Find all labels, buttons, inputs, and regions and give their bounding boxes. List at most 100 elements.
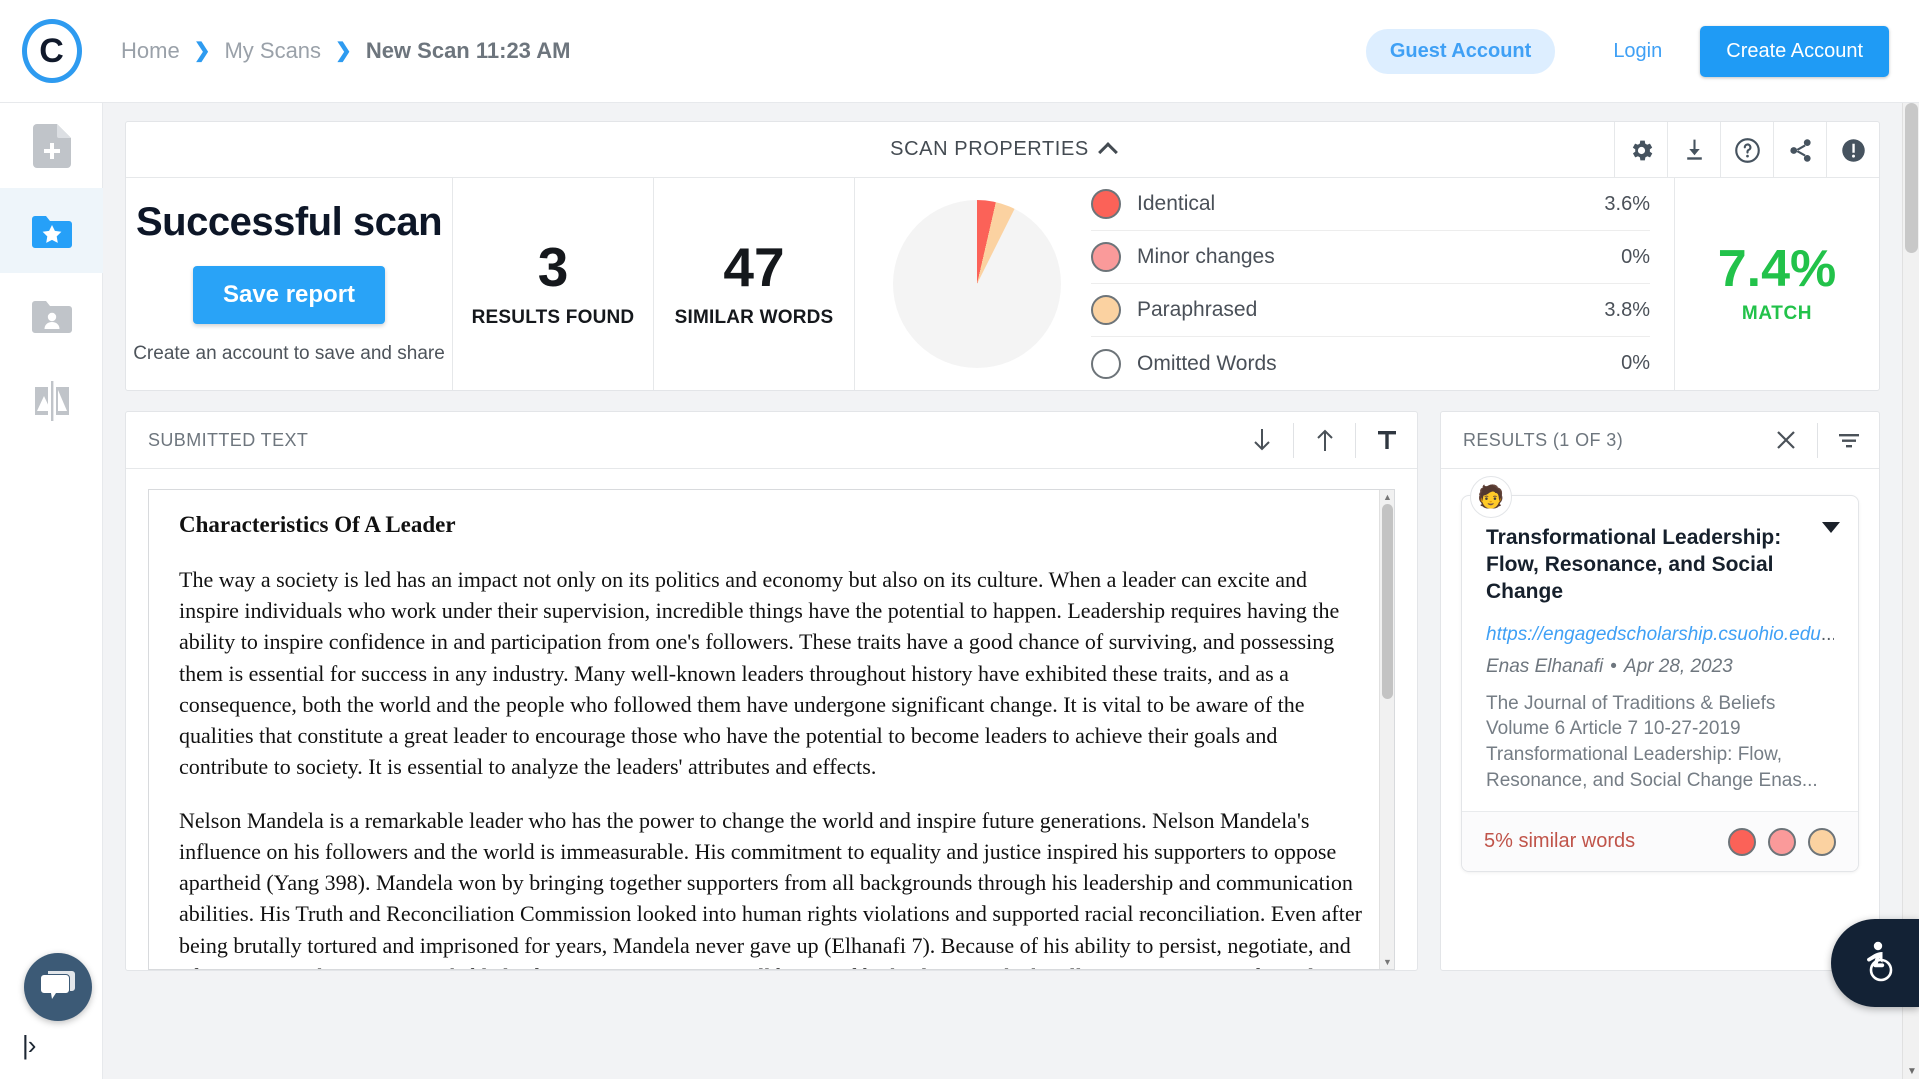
save-report-note: Create an account to save and share bbox=[133, 343, 445, 365]
breadcrumb-item-my-scans[interactable]: My Scans bbox=[224, 38, 321, 64]
paraphrased-dot-icon[interactable] bbox=[1808, 828, 1836, 856]
legend-color-dot bbox=[1091, 189, 1121, 219]
results-header: RESULTS (1 OF 3) bbox=[1441, 412, 1879, 469]
result-footer: 5% similar words bbox=[1462, 811, 1858, 871]
share-icon[interactable] bbox=[1773, 122, 1826, 178]
submitted-text-header: SUBMITTED TEXT bbox=[126, 412, 1417, 469]
page-scroll-down-icon[interactable]: ▼ bbox=[1907, 1066, 1917, 1077]
document-plus-icon bbox=[33, 124, 71, 168]
similarity-breakdown-cell: Identical 3.6% Minor changes 0% Paraphra… bbox=[855, 178, 1675, 390]
submitted-document[interactable]: Characteristics Of A Leader The way a so… bbox=[148, 489, 1395, 970]
compare-icon bbox=[33, 381, 71, 421]
scan-status-title: Successful scan bbox=[136, 200, 442, 245]
legend-value: 3.8% bbox=[1604, 299, 1650, 322]
document-paragraph: The way a society is led has an impact n… bbox=[179, 564, 1364, 783]
minor-changes-dot-icon[interactable] bbox=[1768, 828, 1796, 856]
stat-value: 47 bbox=[723, 240, 784, 295]
chevron-up-icon bbox=[1098, 142, 1118, 162]
scan-properties-header: SCAN PROPERTIES bbox=[126, 122, 1879, 178]
expand-sidebar-toggle[interactable]: |› bbox=[22, 1030, 35, 1061]
chevron-right-icon: ❯ bbox=[335, 41, 352, 61]
scan-properties-body: Successful scan Save report Create an ac… bbox=[126, 178, 1879, 390]
breadcrumb-item-home[interactable]: Home bbox=[121, 38, 180, 64]
identical-dot-icon[interactable] bbox=[1728, 828, 1756, 856]
submitted-text-title: SUBMITTED TEXT bbox=[148, 430, 308, 451]
prev-match-icon[interactable] bbox=[1293, 423, 1355, 458]
stat-label: SIMILAR WORDS bbox=[675, 307, 834, 329]
legend-label: Omitted Words bbox=[1137, 352, 1277, 376]
result-category-dots bbox=[1728, 828, 1836, 856]
scan-properties-card: SCAN PROPERTIES bbox=[125, 121, 1880, 391]
sidebar-item-my-scans[interactable] bbox=[0, 188, 103, 273]
settings-icon[interactable] bbox=[1614, 122, 1667, 178]
similarity-pie-chart bbox=[893, 200, 1061, 368]
header-actions: Guest Account Login Create Account bbox=[1366, 26, 1919, 77]
legend-item-omitted-words: Omitted Words 0% bbox=[1091, 337, 1650, 390]
scan-properties-toolbar bbox=[1614, 122, 1879, 178]
breadcrumb-item-current: New Scan 11:23 AM bbox=[366, 38, 571, 64]
match-label: MATCH bbox=[1742, 303, 1812, 325]
sidebar-item-shared-scans[interactable] bbox=[0, 273, 103, 358]
scroll-up-arrow-icon[interactable]: ▲ bbox=[1383, 492, 1392, 502]
stat-results-found: 3 RESULTS FOUND bbox=[453, 178, 654, 390]
document-scrollbar[interactable]: ▲ ▼ bbox=[1379, 490, 1394, 969]
similarity-legend: Identical 3.6% Minor changes 0% Paraphra… bbox=[1061, 178, 1674, 390]
legend-item-paraphrased: Paraphrased 3.8% bbox=[1091, 284, 1650, 337]
close-icon[interactable] bbox=[1755, 423, 1817, 458]
match-value: 7.4% bbox=[1718, 243, 1837, 295]
scroll-down-arrow-icon[interactable]: ▼ bbox=[1383, 957, 1392, 967]
app-logo[interactable]: C bbox=[0, 0, 103, 103]
left-sidebar: |› bbox=[0, 103, 103, 1079]
stat-value: 3 bbox=[538, 240, 569, 295]
legend-item-minor-changes: Minor changes 0% bbox=[1091, 231, 1650, 284]
chevron-down-icon[interactable] bbox=[1822, 522, 1840, 533]
submitted-text-panel: SUBMITTED TEXT bbox=[125, 411, 1418, 971]
text-format-icon[interactable] bbox=[1355, 423, 1417, 458]
create-account-button[interactable]: Create Account bbox=[1700, 26, 1889, 77]
legend-value: 0% bbox=[1621, 246, 1650, 269]
result-title[interactable]: Transformational Leadership: Flow, Reson… bbox=[1486, 525, 1834, 606]
legend-color-dot bbox=[1091, 295, 1121, 325]
legend-color-dot bbox=[1091, 349, 1121, 379]
results-list: 🧑 Transformational Leadership: Flow, Res… bbox=[1441, 469, 1879, 970]
stat-label: RESULTS FOUND bbox=[472, 307, 635, 329]
chat-button[interactable] bbox=[24, 953, 92, 1021]
legend-item-identical: Identical 3.6% bbox=[1091, 178, 1650, 231]
results-title: RESULTS (1 OF 3) bbox=[1463, 430, 1623, 451]
result-similar-words: 5% similar words bbox=[1484, 830, 1635, 853]
legend-value: 0% bbox=[1621, 352, 1650, 375]
save-report-button[interactable]: Save report bbox=[193, 266, 385, 324]
download-icon[interactable] bbox=[1667, 122, 1720, 178]
results-toolbar bbox=[1755, 412, 1879, 469]
guest-account-badge[interactable]: Guest Account bbox=[1366, 29, 1556, 74]
result-url[interactable]: https://engagedscholarship.csuohio.edu..… bbox=[1486, 624, 1834, 646]
next-match-icon[interactable] bbox=[1231, 423, 1293, 458]
legend-label: Identical bbox=[1137, 192, 1215, 216]
sidebar-item-compare[interactable] bbox=[0, 358, 103, 443]
logo-letter: C bbox=[22, 19, 82, 83]
chevron-right-icon: ❯ bbox=[194, 41, 211, 61]
legend-label: Minor changes bbox=[1137, 245, 1275, 269]
result-main: Transformational Leadership: Flow, Reson… bbox=[1462, 496, 1858, 811]
result-author: Enas Elhanafi bbox=[1486, 656, 1603, 677]
document-title: Characteristics Of A Leader bbox=[179, 512, 1364, 538]
breadcrumb: Home ❯ My Scans ❯ New Scan 11:23 AM bbox=[121, 38, 570, 64]
chat-bubble-icon bbox=[40, 969, 76, 1006]
accessibility-button[interactable] bbox=[1831, 919, 1919, 1007]
match-percentage-cell: 7.4% MATCH bbox=[1675, 178, 1879, 390]
result-card[interactable]: 🧑 Transformational Leadership: Flow, Res… bbox=[1461, 495, 1859, 872]
page-scrollbar-thumb[interactable] bbox=[1905, 103, 1918, 253]
result-snippet: The Journal of Traditions & Beliefs Volu… bbox=[1486, 691, 1834, 794]
scan-status-cell: Successful scan Save report Create an ac… bbox=[126, 178, 453, 390]
login-link[interactable]: Login bbox=[1613, 40, 1662, 63]
scrollbar-thumb[interactable] bbox=[1382, 504, 1393, 699]
filter-icon[interactable] bbox=[1817, 423, 1879, 458]
alert-icon[interactable] bbox=[1826, 122, 1879, 178]
folder-user-icon bbox=[32, 299, 72, 333]
legend-color-dot bbox=[1091, 242, 1121, 272]
submitted-document-area: Characteristics Of A Leader The way a so… bbox=[126, 469, 1417, 970]
result-date: Apr 28, 2023 bbox=[1624, 656, 1733, 677]
sidebar-item-new-scan[interactable] bbox=[0, 103, 103, 188]
results-panel: RESULTS (1 OF 3) bbox=[1440, 411, 1880, 971]
help-icon[interactable] bbox=[1720, 122, 1773, 178]
